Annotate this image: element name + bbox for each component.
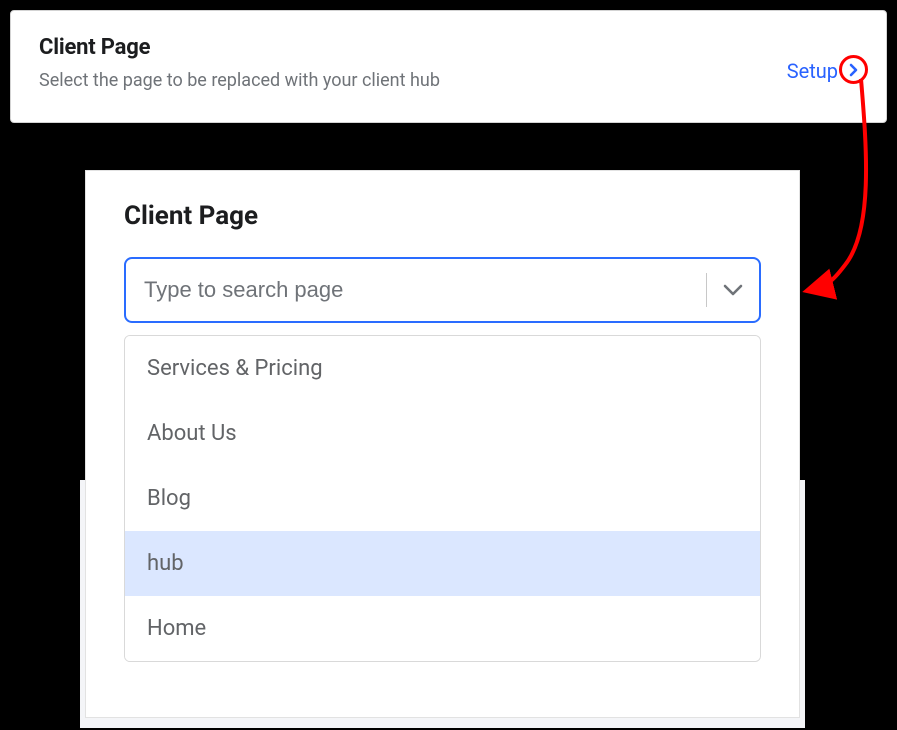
- selector-title: Client Page: [124, 201, 761, 231]
- client-page-selector-card: Client Page Services & Pricing About Us …: [85, 170, 800, 718]
- combo-separator: [706, 273, 707, 307]
- chevron-down-icon[interactable]: [721, 281, 745, 299]
- dropdown-option[interactable]: About Us: [125, 401, 760, 466]
- setup-chevron-icon[interactable]: [839, 55, 868, 84]
- dropdown-option[interactable]: hub: [125, 531, 760, 596]
- page-search-input[interactable]: [144, 277, 698, 303]
- client-page-header-card: Client Page Select the page to be replac…: [10, 10, 887, 123]
- client-page-subtitle: Select the page to be replaced with your…: [39, 70, 858, 91]
- page-select-combo[interactable]: [124, 257, 761, 323]
- dropdown-option[interactable]: Home: [125, 596, 760, 661]
- setup-link[interactable]: Setup: [787, 59, 838, 83]
- client-page-title: Client Page: [39, 35, 858, 60]
- dropdown-option[interactable]: Blog: [125, 466, 760, 531]
- dropdown-option[interactable]: Services & Pricing: [125, 336, 760, 401]
- page-options-dropdown: Services & Pricing About Us Blog hub Hom…: [124, 335, 761, 662]
